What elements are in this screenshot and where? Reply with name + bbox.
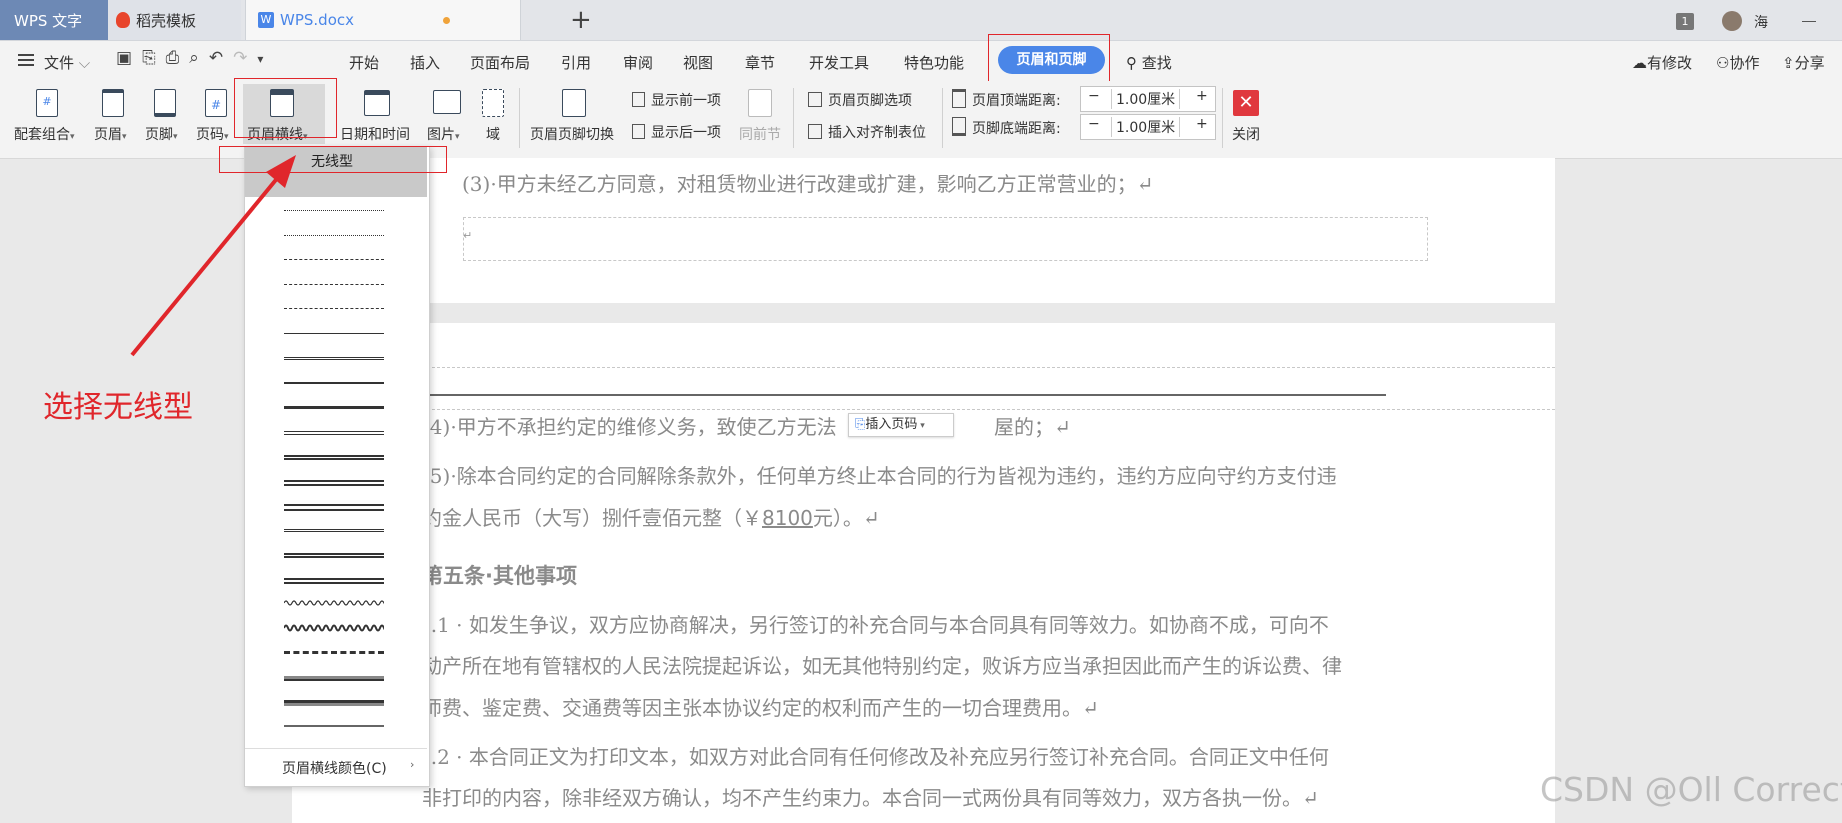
arrow-shaft	[130, 168, 286, 357]
annotation-arrow	[130, 155, 296, 357]
arrow-head	[266, 155, 296, 188]
annotation-text: 选择无线型	[43, 390, 193, 425]
watermark: CSDN @Oll Correct	[1540, 770, 1842, 809]
